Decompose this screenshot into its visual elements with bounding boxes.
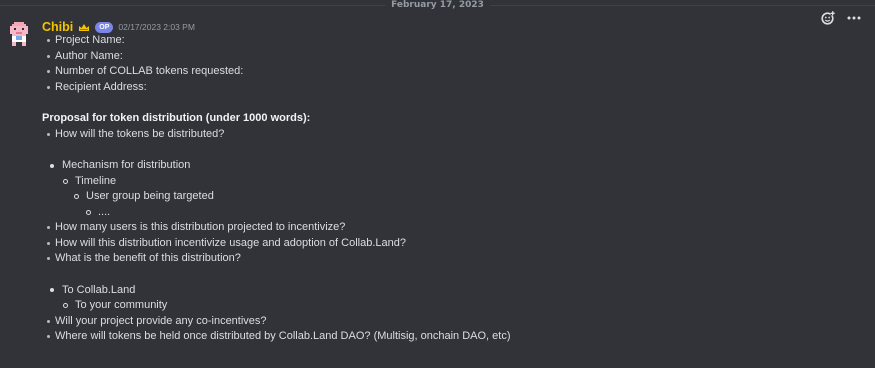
message-content: Project Name: Author Name: Number of COL… [42,33,855,345]
list-item: Where will tokens be held once distribut… [42,329,855,345]
list-item: How will this distribution incentivize u… [42,236,855,252]
list-item: Will your project provide any co-incenti… [42,314,855,330]
list-item: What is the benefit of this distribution… [42,251,855,267]
date-divider: February 17, 2023 [0,0,875,11]
more-options-icon [847,16,861,20]
op-badge: OP [95,21,114,33]
list-item: Author Name: [42,49,855,65]
discord-message-view: February 17, 2023 Chibi OP 02/17/2023 2:… [0,0,875,368]
list-item: Timeline [42,174,855,190]
list-item: Number of COLLAB tokens requested: [42,64,855,80]
message-actions [819,7,863,29]
list-item: To your community [42,298,855,314]
user-avatar[interactable] [8,22,30,46]
list-item: Project Name: [42,33,855,49]
proposal-heading: Proposal for token distribution (under 1… [42,112,311,124]
add-reaction-button[interactable] [819,9,837,27]
list-item: Recipient Address: [42,80,855,96]
add-reaction-icon [821,11,835,25]
date-divider-label: February 17, 2023 [385,0,490,11]
more-options-button[interactable] [845,9,863,27]
message-timestamp[interactable]: 02/17/2023 2:03 PM [118,22,195,32]
list-item: Mechanism for distribution [42,158,855,174]
list-item: User group being targeted [42,189,855,205]
list-item: How many users is this distribution proj… [42,220,855,236]
list-item: .... [42,205,855,221]
list-item: To Collab.Land [42,283,855,299]
crown-icon [79,23,90,31]
list-item: How will the tokens be distributed? [42,127,855,143]
username[interactable]: Chibi [42,20,73,34]
